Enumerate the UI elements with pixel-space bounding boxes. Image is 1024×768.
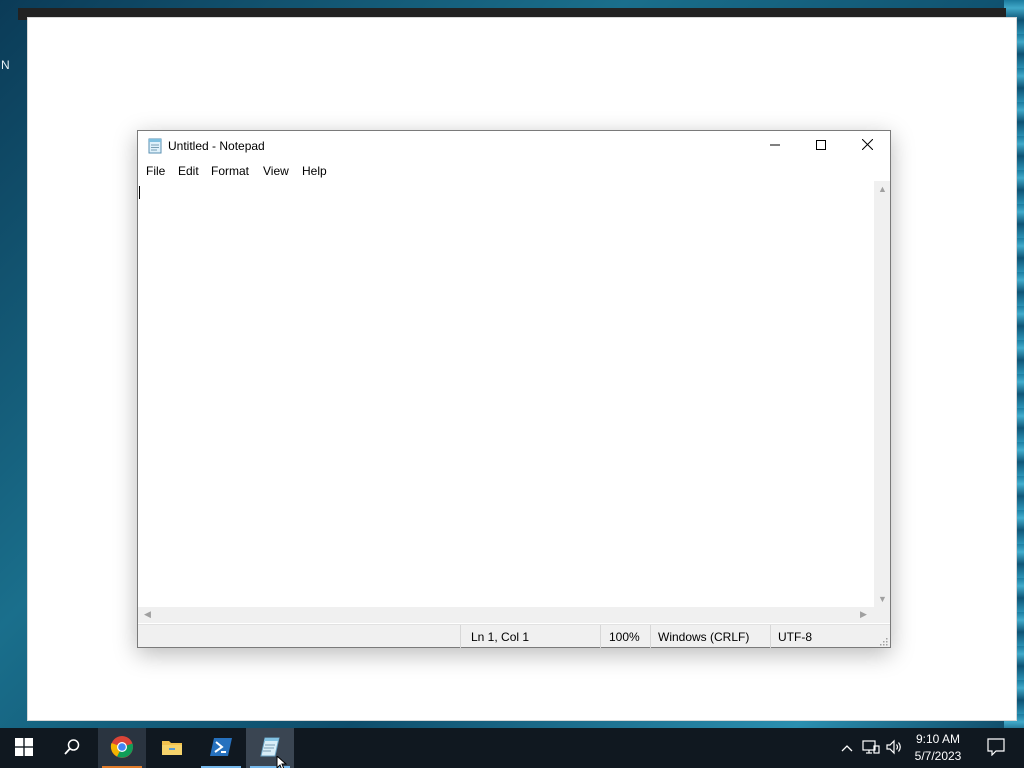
volume-icon <box>885 739 903 758</box>
notepad-titlebar[interactable]: Untitled - Notepad <box>138 131 890 161</box>
status-position: Ln 1, Col 1 <box>460 625 600 648</box>
taskbar: 9:10 AM 5/7/2023 <box>0 728 1024 768</box>
resize-grip-icon[interactable] <box>878 635 888 646</box>
text-editor[interactable] <box>138 181 874 615</box>
close-button[interactable] <box>844 131 890 161</box>
status-line-endings: Windows (CRLF) <box>650 625 770 648</box>
windows-logo-icon <box>15 737 33 759</box>
minimize-button[interactable] <box>752 131 798 161</box>
clock-date: 5/7/2023 <box>914 749 962 763</box>
text-caret <box>139 186 140 199</box>
start-button[interactable] <box>0 728 48 768</box>
network-button[interactable] <box>860 728 882 768</box>
status-zoom: 100% <box>600 625 650 648</box>
menu-bar: File Edit Format View Help <box>138 161 890 181</box>
taskbar-chrome[interactable] <box>98 728 146 768</box>
notification-center-button[interactable] <box>976 728 1016 768</box>
maximize-button[interactable] <box>798 131 844 161</box>
clock[interactable]: 9:10 AM 5/7/2023 <box>904 731 972 765</box>
folder-icon <box>161 737 183 760</box>
status-bar: Ln 1, Col 1 100% Windows (CRLF) UTF-8 <box>138 624 890 648</box>
menu-file[interactable]: File <box>146 164 165 178</box>
menu-edit[interactable]: Edit <box>178 164 199 178</box>
scroll-right-icon[interactable]: ▶ <box>860 610 867 619</box>
clock-time: 9:10 AM <box>915 732 961 746</box>
chevron-up-icon <box>841 741 853 755</box>
minimize-icon <box>770 139 780 153</box>
window-title: Untitled - Notepad <box>168 139 265 153</box>
taskbar-powershell[interactable] <box>197 728 245 768</box>
scroll-up-icon[interactable]: ▲ <box>878 185 887 194</box>
chrome-icon <box>110 735 134 762</box>
network-icon <box>862 739 880 758</box>
taskbar-file-explorer[interactable] <box>148 728 196 768</box>
vertical-scrollbar[interactable]: ▲ ▼ <box>874 181 890 615</box>
powershell-icon <box>209 737 233 760</box>
volume-button[interactable] <box>884 728 904 768</box>
maximize-icon <box>816 139 826 153</box>
tray-overflow-button[interactable] <box>838 728 856 768</box>
scroll-left-icon[interactable]: ◀ <box>144 610 151 619</box>
scroll-corner <box>874 607 890 623</box>
horizontal-scrollbar[interactable]: ◀ ▶ <box>138 607 874 623</box>
menu-view[interactable]: View <box>263 164 289 178</box>
notepad-icon <box>147 138 163 154</box>
notification-icon <box>987 737 1005 759</box>
scroll-down-icon[interactable]: ▼ <box>878 595 887 604</box>
menu-format[interactable]: Format <box>211 164 249 178</box>
mouse-cursor-icon <box>276 754 290 768</box>
search-button[interactable] <box>48 728 96 768</box>
search-icon <box>63 738 81 759</box>
status-encoding: UTF-8 <box>770 625 874 648</box>
menu-help[interactable]: Help <box>302 164 327 178</box>
desktop-label: N <box>1 58 10 72</box>
close-icon <box>861 138 873 153</box>
notepad-window: Untitled - Notepad File Edit Format View… <box>137 130 891 648</box>
